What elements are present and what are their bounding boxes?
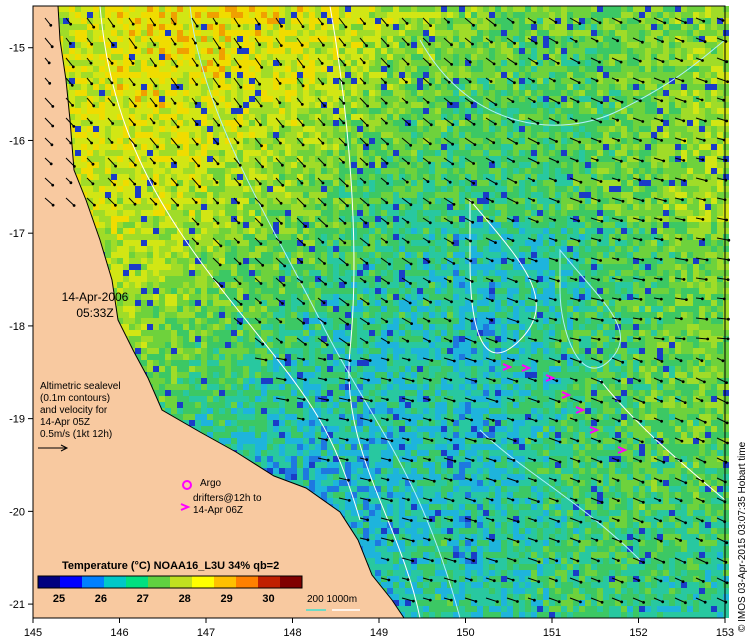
date-label: 14-Apr-2006 <box>61 290 129 304</box>
colorbar-swatch <box>214 576 237 588</box>
sealevel-note: Altimetric sealevel (0.1m contours) and … <box>40 381 121 441</box>
note-line: and velocity for <box>40 405 108 416</box>
colorbar-swatch <box>104 576 127 588</box>
drifters-line2: 14-Apr 06Z <box>193 505 244 516</box>
lon-tick-label: 147 <box>197 627 215 639</box>
colorbar-swatch <box>60 576 83 588</box>
colorbar-tick-label: 30 <box>262 593 274 605</box>
date-stamp: 14-Apr-2006 05:33Z <box>40 289 150 321</box>
drifters-legend-label: drifters@12h to 14-Apr 06Z <box>193 493 262 517</box>
colorbar-tick-label: 27 <box>137 593 149 605</box>
colorbar-swatch <box>148 576 171 588</box>
colorbar-tick-label: 25 <box>53 593 65 605</box>
lon-tick-label: 153 <box>716 627 734 639</box>
note-line: Altimetric sealevel <box>40 381 121 392</box>
depth-legend-label: 200 1000m <box>307 594 358 605</box>
colorbar-swatch <box>126 576 149 588</box>
lon-tick-label: 151 <box>543 627 561 639</box>
colorbar-swatch <box>82 576 105 588</box>
colorbar-tick-label: 26 <box>95 593 107 605</box>
time-label: 05:33Z <box>76 306 114 320</box>
colorbar-title: Temperature (°C) NOAA16_L3U 34% qb=2 <box>62 560 280 572</box>
lon-tick-label: 149 <box>370 627 388 639</box>
colorbar-swatch <box>38 576 61 588</box>
lon-tick-label: 145 <box>24 627 42 639</box>
argo-legend-label: Argo <box>200 478 222 489</box>
drifters-line1: drifters@12h to <box>193 493 262 504</box>
lat-tick-label: -16 <box>9 135 25 147</box>
credit-label: © IMOS 03-Apr-2015 03:07:35 Hobart time <box>737 441 748 632</box>
colorbar-tick-label: 28 <box>179 593 191 605</box>
lat-tick-label: -21 <box>9 599 25 611</box>
lon-tick-label: 148 <box>283 627 301 639</box>
lat-tick-label: -19 <box>9 414 25 426</box>
note-line: (0.1m contours) <box>40 393 111 404</box>
colorbar-swatch <box>258 576 281 588</box>
lon-tick-label: 146 <box>110 627 128 639</box>
lon-tick-label: 150 <box>456 627 474 639</box>
colorbar-swatch <box>170 576 193 588</box>
lat-tick-label: -18 <box>9 321 25 333</box>
colorbar-swatch <box>236 576 259 588</box>
note-line: 14-Apr 05Z <box>40 417 91 428</box>
colorbar-swatch <box>192 576 215 588</box>
lat-tick-label: -17 <box>9 228 25 240</box>
colorbar-swatch <box>280 576 303 588</box>
lat-tick-label: -15 <box>9 43 25 55</box>
lat-tick-label: -20 <box>9 506 25 518</box>
colorbar-tick-label: 29 <box>220 593 232 605</box>
lon-tick-label: 152 <box>629 627 647 639</box>
note-line: 0.5m/s (1kt 12h) <box>40 429 113 440</box>
